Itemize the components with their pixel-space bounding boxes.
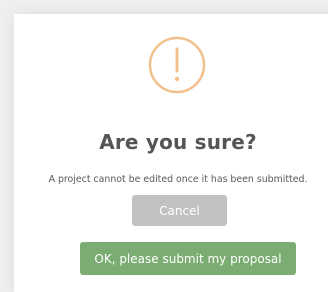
cancel-button[interactable]: Cancel	[132, 195, 227, 226]
dialog-title: Are you sure?	[99, 130, 257, 154]
confirm-submit-button[interactable]: OK, please submit my proposal	[80, 242, 296, 275]
warning-exclamation-icon	[148, 36, 206, 94]
confirm-dialog: Are you sure? A project cannot be edited…	[14, 14, 328, 292]
dialog-message: A project cannot be edited once it has b…	[48, 174, 308, 185]
